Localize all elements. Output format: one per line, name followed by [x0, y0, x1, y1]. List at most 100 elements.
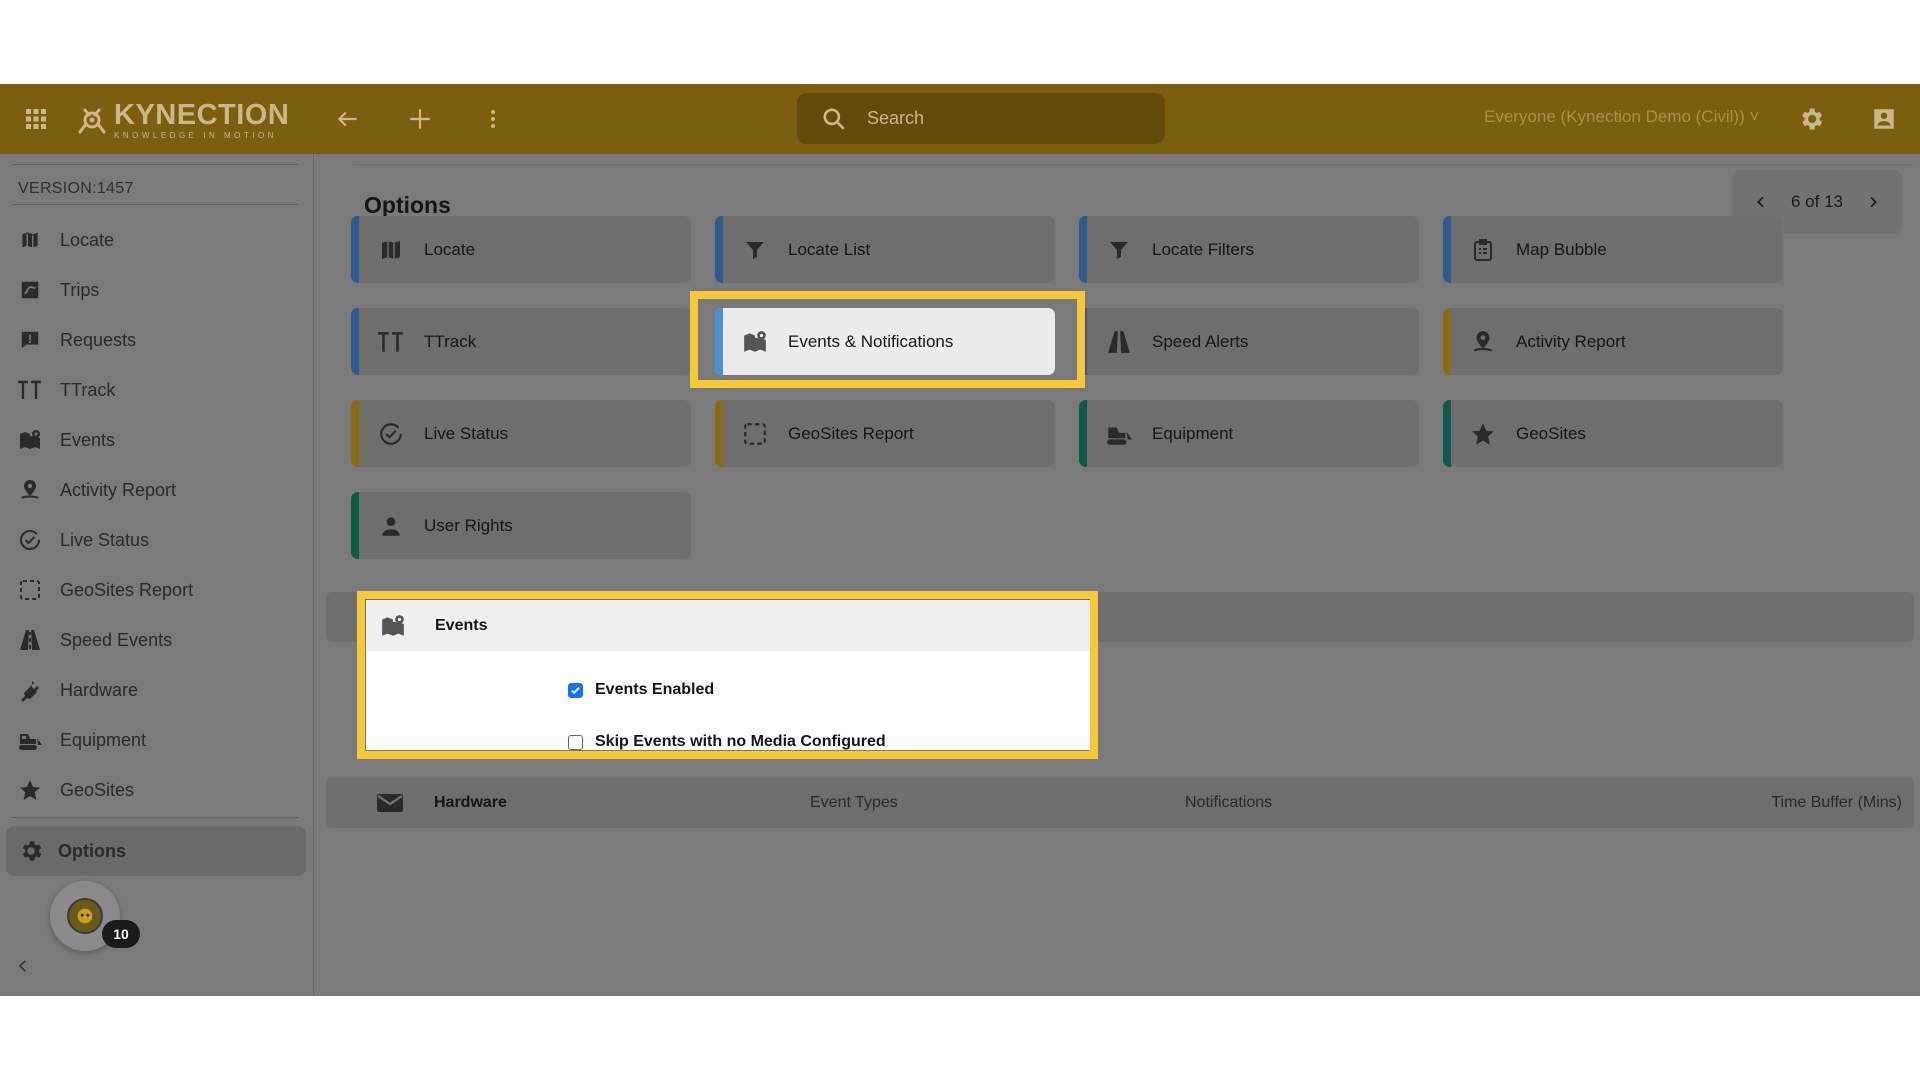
checkbox-label: Skip Events with no Media Configured: [595, 733, 886, 750]
events-panel-title: Events: [435, 616, 488, 634]
apps-grid-icon[interactable]: [16, 99, 56, 139]
sidebar-item-label: GeoSites Report: [60, 579, 194, 600]
option-tile-live-status[interactable]: Live Status: [351, 400, 691, 467]
tile-label: Locate List: [788, 239, 871, 259]
tile-label: TTrack: [424, 331, 477, 351]
ttrack-icon: [375, 326, 407, 358]
notifications-column-header: Notifications: [1185, 794, 1273, 811]
skip-events-no-media-checkbox[interactable]: [568, 734, 583, 750]
brand-name: KYNECTION: [114, 98, 290, 131]
add-plus-icon[interactable]: [400, 99, 440, 139]
tile-label: Speed Alerts: [1152, 331, 1249, 351]
tile-accent: [715, 400, 723, 467]
sidebar-divider: [12, 817, 298, 818]
sidebar-item-label: Activity Report: [60, 479, 177, 500]
tile-label: GeoSites Report: [788, 423, 914, 443]
sidebar-item-label: Speed Events: [60, 629, 173, 650]
dashed-square-icon: [16, 576, 44, 604]
sidebar-item-label: Trips: [60, 279, 100, 300]
sidebar: VERSION:1457 Locate Trips Requests TTrac…: [0, 154, 314, 996]
app-frame: KYNECTION KNOWLEDGE IN MOTION Everyone (…: [0, 84, 1920, 996]
sidebar-divider: [12, 204, 298, 205]
more-vertical-icon[interactable]: [473, 99, 513, 139]
map-pin-icon: [739, 326, 771, 358]
circle-check-icon: [375, 418, 407, 450]
sidebar-item-label: Equipment: [60, 729, 147, 750]
events-enabled-option[interactable]: Events Enabled: [568, 681, 714, 699]
bulldozer-icon: [16, 726, 44, 754]
sidebar-item-label: TTrack: [60, 379, 116, 400]
tile-accent: [715, 308, 723, 375]
sidebar-item-geosites-report[interactable]: GeoSites Report: [16, 570, 306, 610]
option-tile-locate-list[interactable]: Locate List: [715, 216, 1055, 283]
sidebar-item-trips[interactable]: Trips: [16, 270, 306, 310]
tile-accent: [351, 308, 359, 375]
tile-label: Map Bubble: [1516, 239, 1607, 259]
tile-accent: [1079, 400, 1087, 467]
settings-gear-icon[interactable]: [1791, 99, 1831, 139]
kynection-logo[interactable]: KYNECTION KNOWLEDGE IN MOTION: [76, 98, 290, 140]
gear-icon: [18, 838, 44, 864]
option-tile-ttrack[interactable]: TTrack: [351, 308, 691, 375]
checkbox-label: Events Enabled: [595, 681, 715, 698]
top-bar: KYNECTION KNOWLEDGE IN MOTION Everyone (…: [0, 84, 1920, 154]
search-icon: [823, 107, 845, 130]
sidebar-item-equipment[interactable]: Equipment: [16, 720, 306, 760]
sidebar-item-activity-report[interactable]: Activity Report: [16, 470, 306, 510]
hardware-table-header: Hardware Event Types Notifications Time …: [326, 778, 1914, 828]
sidebar-item-locate[interactable]: Locate: [16, 220, 306, 260]
back-arrow-icon[interactable]: [328, 99, 368, 139]
option-tile-activity-report[interactable]: Activity Report: [1443, 308, 1783, 375]
sidebar-item-options[interactable]: Options: [6, 826, 306, 876]
events-panel: Events Events Enabled Skip Events with n…: [366, 600, 1090, 750]
prev-page-chevron-icon[interactable]: [1750, 191, 1772, 213]
robot-icon: [67, 898, 103, 934]
account-icon[interactable]: [1864, 99, 1904, 139]
time-buffer-column-header: Time Buffer (Mins): [1771, 794, 1902, 811]
clipboard-icon: [1467, 234, 1499, 266]
tile-accent: [1443, 216, 1451, 283]
tile-label: Locate Filters: [1152, 239, 1255, 259]
option-tile-locate-filters[interactable]: Locate Filters: [1079, 216, 1419, 283]
sidebar-item-geosites[interactable]: GeoSites: [16, 770, 306, 810]
events-enabled-checkbox[interactable]: [568, 682, 583, 698]
tile-accent: [351, 216, 359, 283]
option-tile-map-bubble[interactable]: Map Bubble: [1443, 216, 1783, 283]
option-tile-equipment[interactable]: Equipment: [1079, 400, 1419, 467]
sidebar-item-live-status[interactable]: Live Status: [16, 520, 306, 560]
hardware-column-header: Hardware: [434, 794, 507, 811]
sidebar-item-events[interactable]: Events: [16, 420, 306, 460]
organization-selector[interactable]: Everyone (Kynection Demo (Civil)) ˅: [1484, 107, 1759, 127]
sidebar-item-hardware[interactable]: Hardware: [16, 670, 306, 710]
events-panel-header: Events: [366, 600, 1090, 651]
option-tile-geosites[interactable]: GeoSites: [1443, 400, 1783, 467]
event-types-column-header: Event Types: [810, 794, 898, 811]
collapse-sidebar-chevron-icon[interactable]: [8, 951, 38, 981]
sidebar-item-requests[interactable]: Requests: [16, 320, 306, 360]
sidebar-item-speed-events[interactable]: Speed Events: [16, 620, 306, 660]
plug-icon: [16, 676, 44, 704]
brand-tagline: KNOWLEDGE IN MOTION: [114, 130, 277, 140]
sidebar-divider: [12, 164, 298, 165]
option-tile-speed-alerts[interactable]: Speed Alerts: [1079, 308, 1419, 375]
option-tile-events-notifications[interactable]: Events & Notifications: [715, 308, 1055, 375]
notification-count-badge: 10: [102, 920, 140, 948]
search-box[interactable]: [797, 93, 1165, 144]
tile-accent: [1079, 308, 1087, 375]
sidebar-item-label: GeoSites: [60, 779, 135, 800]
skip-events-no-media-option[interactable]: Skip Events with no Media Configured: [568, 733, 886, 751]
logo-mark-icon: [78, 108, 106, 134]
option-tile-locate[interactable]: Locate: [351, 216, 691, 283]
map-icon: [375, 234, 407, 266]
map-pin-icon: [16, 426, 44, 454]
person-pin-icon: [1467, 326, 1499, 358]
search-input[interactable]: [867, 108, 1147, 129]
option-tile-geosites-report[interactable]: GeoSites Report: [715, 400, 1055, 467]
next-page-chevron-icon[interactable]: [1862, 191, 1884, 213]
sidebar-item-ttrack[interactable]: TTrack: [16, 370, 306, 410]
map-icon: [16, 226, 44, 254]
sidebar-item-label: Hardware: [60, 679, 139, 700]
option-tile-user-rights[interactable]: User Rights: [351, 492, 691, 559]
ttrack-icon: [16, 376, 44, 404]
tile-accent: [351, 492, 359, 559]
